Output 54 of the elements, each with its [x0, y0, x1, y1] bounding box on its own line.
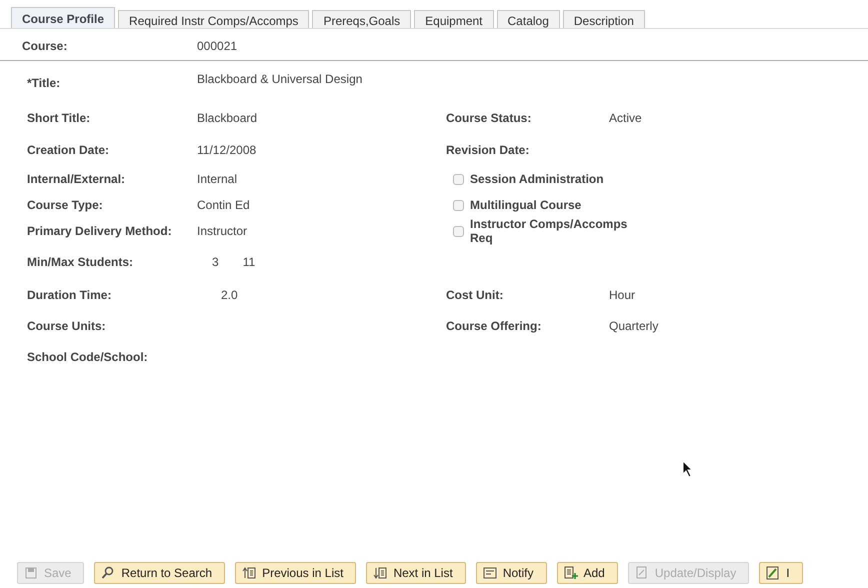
field-label: Duration Time: — [27, 288, 112, 302]
field-label: Course: — [22, 39, 68, 53]
checkbox[interactable] — [453, 200, 464, 210]
tab[interactable]: Required Instr Comps/Accomps — [118, 10, 310, 28]
pointer-icon — [682, 460, 694, 478]
field-value: Blackboard — [197, 111, 258, 125]
field-value: 000021 — [197, 39, 238, 53]
field-label: *Title: — [27, 76, 62, 90]
field-label: Course Offering: — [446, 319, 542, 333]
checkbox-label: Instructor Comps/Accomps Req — [470, 217, 628, 245]
field-label: Short Title: — [27, 111, 92, 125]
field-label: Cost Unit: — [446, 288, 504, 302]
field-label: Course Units: — [27, 319, 107, 333]
field-label: Course Status: — [446, 111, 532, 125]
field-value: 11/12/2008 — [197, 143, 256, 157]
search-icon — [101, 566, 116, 580]
checkbox[interactable] — [453, 174, 464, 184]
field-value: Instructor — [197, 224, 248, 238]
toolbar-button[interactable]: Return to Search — [94, 562, 226, 584]
checkbox-label: Session Administration — [470, 172, 605, 186]
toolbar-button[interactable]: Previous in List — [235, 562, 356, 584]
field-value: 2.0 — [220, 288, 238, 302]
tab[interactable]: Equipment — [414, 10, 494, 28]
tab[interactable]: Description — [562, 10, 645, 28]
field-label: Course Type: — [27, 198, 104, 212]
toolbar-button[interactable]: Add — [556, 562, 618, 584]
field-label: Revision Date: — [446, 143, 530, 157]
field-value: Internal — [197, 172, 238, 186]
down-arrow-list-icon — [373, 566, 388, 580]
toolbar-button[interactable]: Notify — [476, 562, 546, 584]
field-label: Min/Max Students: — [27, 254, 134, 268]
document-icon — [634, 566, 649, 580]
checkbox[interactable] — [453, 226, 464, 236]
toolbar-button[interactable]: Next in List — [366, 562, 466, 584]
toolbar-button[interactable]: I — [759, 562, 803, 584]
tab[interactable]: Prereqs,Goals — [312, 10, 412, 28]
add-document-icon — [564, 566, 578, 580]
field-label: School Code/School: — [27, 350, 149, 364]
pencil-document-icon — [766, 566, 780, 580]
field-value: 11 — [242, 254, 256, 268]
field-label: Primary Delivery Method: — [27, 224, 173, 238]
field-label: Creation Date: — [27, 143, 110, 157]
field-value: Active — [609, 111, 642, 125]
tab[interactable]: Course Profile — [11, 7, 116, 28]
up-arrow-list-icon — [242, 566, 256, 580]
message-icon — [482, 566, 497, 580]
field-value: Hour — [609, 288, 636, 302]
field-value: Blackboard & Universal Design — [197, 72, 362, 86]
field-value: Quarterly — [609, 319, 658, 333]
field-label: Internal/External: — [27, 172, 126, 186]
tab[interactable]: Catalog — [496, 10, 560, 28]
checkbox-label: Multilingual Course — [470, 198, 582, 212]
field-value: Contin Ed — [197, 198, 250, 212]
field-value: 3 — [212, 254, 219, 268]
